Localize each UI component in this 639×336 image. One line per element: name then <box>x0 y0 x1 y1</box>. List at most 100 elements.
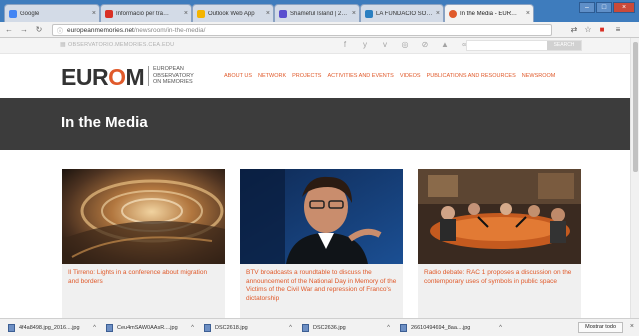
card-caption[interactable]: Il Tirreno: Lights in a conference about… <box>62 264 225 318</box>
tab-label: LA FUNDACIÓ SOLIDA <box>376 10 434 17</box>
scrollbar-thumb[interactable] <box>633 42 638 172</box>
image-file-icon <box>8 323 15 332</box>
building-icon: ▦ <box>60 42 66 48</box>
close-window-icon[interactable]: × <box>613 2 635 13</box>
tab-label: Shameful Island | 23:07 <box>290 10 348 17</box>
page-info-icon[interactable]: ⓘ <box>57 26 63 35</box>
nav-newsroom[interactable]: NEWSROOM <box>522 73 556 79</box>
tab-outlook[interactable]: Outlook Web App × <box>192 4 274 22</box>
nav-videos[interactable]: VIDEOS <box>400 73 421 79</box>
main-nav: ABOUT US NETWORK PROJECTS ACTIVITIES AND… <box>224 73 555 79</box>
downloads-bar: 4f4a8498.jpg_2016....jpg ^ Ceu4mSAW0AAsR… <box>0 318 639 336</box>
download-filename: DSC2618.jpg <box>215 324 248 331</box>
window-controls: – □ × <box>579 2 635 13</box>
news-card[interactable]: Radio debate: RAC 1 proposes a discussio… <box>418 169 581 318</box>
search-button[interactable]: SEARCH <box>547 41 581 50</box>
download-item[interactable]: DSC2618.jpg ^ <box>196 323 294 332</box>
news-card[interactable]: BTV broadcasts a roundtable to discuss t… <box>240 169 403 318</box>
caret-up-icon[interactable]: ^ <box>499 325 502 331</box>
rss-icon[interactable]: ⊘ <box>420 40 430 49</box>
caret-up-icon[interactable]: ^ <box>93 325 96 331</box>
nav-about-us[interactable]: ABOUT US <box>224 73 252 79</box>
caret-up-icon[interactable]: ^ <box>191 325 194 331</box>
close-tab-icon[interactable]: × <box>352 10 356 17</box>
translate-icon[interactable]: ⇄ <box>569 25 579 35</box>
google-favicon-icon <box>9 9 17 18</box>
page-banner: In the Media <box>0 98 630 150</box>
nav-projects[interactable]: PROJECTS <box>292 73 321 79</box>
download-filename: 4f4a8498.jpg_2016....jpg <box>19 324 80 331</box>
download-filename: 26610494694_8aa....jpg <box>411 324 471 331</box>
logo-tagline: EUROPEAN OBSERVATORY ON MEMORIES <box>148 66 194 86</box>
nav-network[interactable]: NETWORK <box>258 73 286 79</box>
download-item[interactable]: Ceu4mSAW0AAsR....jpg ^ <box>98 323 196 332</box>
card-image[interactable] <box>240 169 403 264</box>
facebook-icon[interactable]: f <box>340 40 350 49</box>
close-tab-icon[interactable]: × <box>184 10 188 17</box>
tunnel-photo <box>62 169 225 264</box>
star-icon[interactable]: ☆ <box>583 25 593 35</box>
image-file-icon <box>106 323 113 332</box>
radio-studio-photo <box>418 169 581 264</box>
card-image[interactable] <box>418 169 581 264</box>
instagram-icon[interactable]: ◎ <box>400 40 410 49</box>
tab-gmail[interactable]: Informació per tramitar × <box>100 4 192 22</box>
tab-eurom[interactable]: In the Media - EUROM × <box>444 4 534 22</box>
tab-google[interactable]: Google × <box>4 4 100 22</box>
address-bar[interactable]: ⓘ europeanmemories.net /newsroom/in-the-… <box>52 24 552 36</box>
nav-publications[interactable]: PUBLICATIONS AND RESOURCES <box>427 73 516 79</box>
show-all-downloads-button[interactable]: Mostrar todo <box>578 322 623 333</box>
tab-label: Informació per tramitar <box>116 10 174 17</box>
reload-icon[interactable]: ↻ <box>33 24 45 36</box>
minimize-icon[interactable]: – <box>579 2 595 13</box>
menu-icon[interactable]: ≡ <box>613 25 623 35</box>
news-card[interactable]: Il Tirreno: Lights in a conference about… <box>62 169 225 318</box>
tab-shameful-island[interactable]: Shameful Island | 23:07 × <box>274 4 360 22</box>
close-tab-icon[interactable]: × <box>526 10 530 17</box>
close-tab-icon[interactable]: × <box>92 10 96 17</box>
site-favicon-icon <box>365 9 373 18</box>
forward-arrow-icon[interactable]: → <box>18 24 30 36</box>
topbar-url[interactable]: OBSERVATORIO.MEMORIES.CEA.EDU <box>68 42 174 48</box>
address-path: /newsroom/in-the-media/ <box>133 26 206 34</box>
tab-label: Google <box>20 10 40 17</box>
tab-label: In the Media - EUROM <box>460 10 518 17</box>
page-title: In the Media <box>61 114 148 131</box>
download-item[interactable]: DSC2636.jpg ^ <box>294 323 392 332</box>
close-tab-icon[interactable]: × <box>436 10 440 17</box>
maximize-icon[interactable]: □ <box>596 2 612 13</box>
download-item[interactable]: 26610494694_8aa....jpg ^ <box>392 323 504 332</box>
eurom-logo[interactable]: EUROM <box>61 64 145 91</box>
download-filename: Ceu4mSAW0AAsR....jpg <box>117 324 178 331</box>
vimeo-icon[interactable]: v <box>380 40 390 49</box>
tab-label: Outlook Web App <box>208 10 255 17</box>
twitter-icon[interactable]: y <box>360 40 370 49</box>
back-arrow-icon[interactable]: ← <box>3 24 15 36</box>
tv-favicon-icon <box>279 9 287 18</box>
close-downloads-icon[interactable]: × <box>630 323 634 330</box>
outlook-favicon-icon <box>197 9 205 18</box>
youtube-icon[interactable]: ▲ <box>440 40 450 49</box>
site-header: EUROM EUROPEAN OBSERVATORY ON MEMORIES A… <box>0 54 630 98</box>
logo-o: O <box>108 64 126 90</box>
image-file-icon <box>204 323 211 332</box>
tab-fundacio[interactable]: LA FUNDACIÓ SOLIDA × <box>360 4 444 22</box>
close-tab-icon[interactable]: × <box>266 10 270 17</box>
card-image[interactable] <box>62 169 225 264</box>
page-scrollbar[interactable] <box>630 38 639 318</box>
image-file-icon <box>302 323 309 332</box>
download-filename: DSC2636.jpg <box>313 324 346 331</box>
extension-icon[interactable]: ■ <box>597 25 607 35</box>
browser-window: Google × Informació per tramitar × Outlo… <box>0 0 639 336</box>
speaker-photo <box>240 169 403 264</box>
address-host: europeanmemories.net <box>67 26 134 34</box>
card-caption[interactable]: BTV broadcasts a roundtable to discuss t… <box>240 264 403 318</box>
card-caption[interactable]: Radio debate: RAC 1 proposes a discussio… <box>418 264 581 318</box>
caret-up-icon[interactable]: ^ <box>387 325 390 331</box>
nav-activities-events[interactable]: ACTIVITIES AND EVENTS <box>327 73 393 79</box>
caret-up-icon[interactable]: ^ <box>289 325 292 331</box>
download-item[interactable]: 4f4a8498.jpg_2016....jpg ^ <box>0 323 98 332</box>
logo-text-start: EUR <box>61 64 109 90</box>
logo-text-end: M <box>125 64 145 90</box>
web-page: ▦ OBSERVATORIO.MEMORIES.CEA.EDU f y v ◎ … <box>0 38 630 318</box>
